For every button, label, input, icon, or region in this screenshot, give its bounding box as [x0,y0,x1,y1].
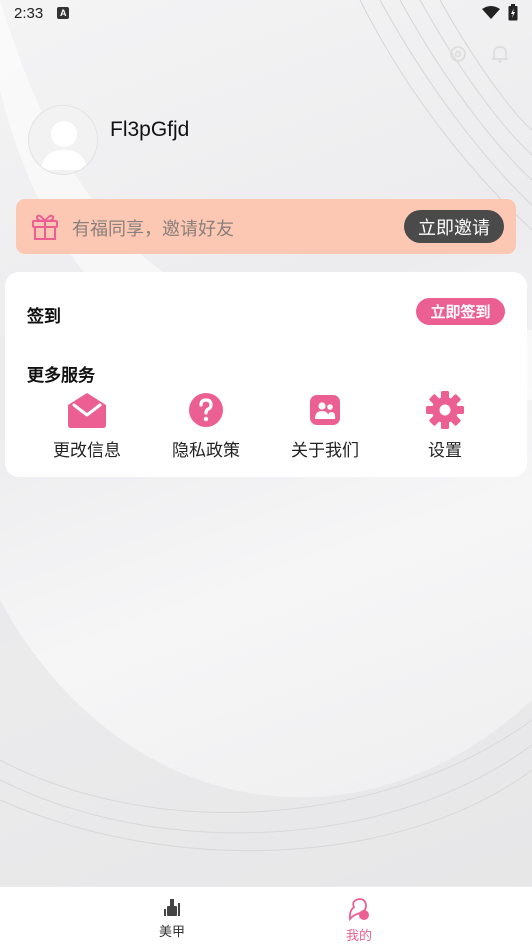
invite-button[interactable]: 立即邀请 [404,210,504,243]
top-actions [448,44,510,64]
service-settings[interactable]: 设置 [400,390,490,461]
nav-label: 美甲 [158,925,185,940]
bell-icon[interactable] [490,44,510,64]
gift-icon [32,214,58,240]
checkin-label: 签到 [27,307,61,327]
user-silhouette-icon [41,121,87,170]
services-card: 签到 立即签到 更多服务 更改信息 隐私政策 关于我们 设置 [5,272,527,477]
question-icon [189,393,223,427]
nav-label: 我的 [345,929,372,944]
username[interactable]: Fl3pGfjd [110,118,189,142]
status-icons [482,4,518,21]
people-icon [310,395,340,425]
battery-icon [508,4,518,21]
bottom-nav: 美甲 我的 [0,886,532,950]
service-about-us[interactable]: 关于我们 [280,390,370,461]
status-time: 2:33 [14,4,44,22]
service-label: 更改信息 [53,441,121,461]
services-title: 更多服务 [27,366,95,386]
service-label: 隐私政策 [172,441,240,461]
service-label: 关于我们 [291,441,359,461]
service-label: 设置 [428,441,462,461]
notification-badge: A [57,7,70,19]
invite-banner[interactable]: 有福同享，邀请好友 立即邀请 [16,199,516,254]
service-privacy-policy[interactable]: 隐私政策 [161,390,251,461]
gear-icon [426,391,464,429]
nav-item-mine[interactable]: 我的 [319,897,399,944]
nail-polish-icon [164,899,180,916]
avatar[interactable] [28,105,98,175]
checkin-button[interactable]: 立即签到 [416,298,505,325]
envelope-icon [68,393,106,428]
scan-icon[interactable] [448,44,468,64]
wifi-icon [482,5,500,19]
service-edit-info[interactable]: 更改信息 [42,390,132,461]
status-bar: 2:33 A [0,0,532,26]
nav-item-manicure[interactable]: 美甲 [132,897,212,940]
invite-text: 有福同享，邀请好友 [72,219,234,240]
profile-icon [348,898,369,921]
